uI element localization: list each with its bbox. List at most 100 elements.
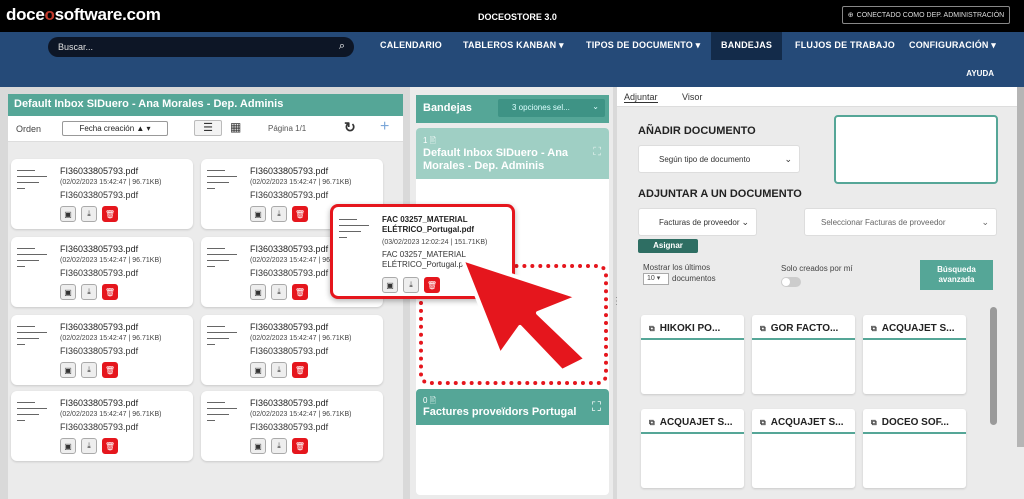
delete-icon[interactable]: 🗑 <box>292 206 308 222</box>
grid-view-icon[interactable]: ▦ <box>230 120 241 134</box>
document-meta: (02/02/2023 15:42:47 | 96.71KB) <box>60 257 162 264</box>
tray-name: Factures proveïdors Portugal <box>423 406 577 418</box>
delete-icon[interactable]: 🗑 <box>292 438 308 454</box>
nav-tableros-kanban[interactable]: TABLEROS KANBAN ▾ <box>463 40 564 51</box>
search-input[interactable] <box>58 40 318 54</box>
nav-tipos-documento[interactable]: TIPOS DE DOCUMENTO ▾ <box>586 40 700 51</box>
document-meta: (03/02/2023 12:02:24 | 151.71KB) <box>382 239 488 246</box>
tab-visor[interactable]: Visor <box>682 92 702 102</box>
download-icon[interactable]: ⤓ <box>81 284 97 300</box>
document-result-card[interactable]: ⧉ HIKOKI PO... <box>641 315 744 394</box>
connected-user-badge[interactable]: ⊕ CONECTADO COMO DEP. ADMINISTRACIÓN <box>842 6 1010 24</box>
add-icon[interactable]: + <box>380 118 389 136</box>
refresh-icon[interactable]: ↻ <box>344 119 356 136</box>
preview-icon[interactable]: ▣ <box>60 284 76 300</box>
nav-bandejas[interactable]: BANDEJAS <box>711 32 783 60</box>
attach-to-document-title: ADJUNTAR A UN DOCUMENTO <box>638 188 802 200</box>
expand-icon[interactable]: ⛶ <box>592 399 601 415</box>
preview-icon[interactable]: ▣ <box>250 438 266 454</box>
advanced-search-button[interactable]: Búsqueda avanzada <box>920 260 993 290</box>
preview-icon[interactable]: ▣ <box>250 362 266 378</box>
document-result-card[interactable]: ⧉ ACQUAJET S... <box>863 315 966 394</box>
external-link-icon[interactable]: ⧉ <box>649 418 655 427</box>
document-type-select[interactable]: Según tipo de documento ⌄ <box>638 145 800 173</box>
nav-flujos-trabajo[interactable]: FLUJOS DE TRABAJO <box>795 40 895 50</box>
document-card[interactable]: FI36033805793.pdf (02/02/2023 15:42:47 |… <box>201 391 383 461</box>
preview-icon[interactable]: ▣ <box>60 206 76 222</box>
assign-button[interactable]: Asignar <box>638 239 698 253</box>
download-icon[interactable]: ⤓ <box>271 438 287 454</box>
download-icon[interactable]: ⤓ <box>81 438 97 454</box>
document-result-card[interactable]: ⧉ ACQUAJET S... <box>752 409 855 488</box>
external-link-icon[interactable]: ⧉ <box>760 324 766 333</box>
trays-selector[interactable]: 3 opciones sel... ⌄ <box>498 99 605 117</box>
document-meta: (02/02/2023 15:42:47 | 96.71KB) <box>250 411 352 418</box>
results-scrollbar[interactable] <box>990 307 997 425</box>
document-result-card[interactable]: ⧉ DOCEO SOF... <box>863 409 966 488</box>
list-view-icon[interactable]: ☰ <box>194 120 222 136</box>
delete-icon[interactable]: 🗑 <box>102 362 118 378</box>
preview-icon[interactable]: ▣ <box>382 277 398 293</box>
attach-panel: Adjuntar Visor AÑADIR DOCUMENTO Según ti… <box>617 87 1024 499</box>
delete-icon[interactable]: 🗑 <box>292 362 308 378</box>
download-icon[interactable]: ⤓ <box>271 362 287 378</box>
nav-configuracion[interactable]: CONFIGURACIÓN ▾ <box>909 40 996 51</box>
chevron-down-icon: ⌄ <box>784 154 792 164</box>
document-card[interactable]: FI36033805793.pdf (02/02/2023 15:42:47 |… <box>11 237 193 307</box>
download-icon[interactable]: ⤓ <box>81 206 97 222</box>
user-icon: ⊕ <box>847 12 854 19</box>
download-icon[interactable]: ⤓ <box>81 362 97 378</box>
delete-icon[interactable]: 🗑 <box>102 284 118 300</box>
document-card[interactable]: FI36033805793.pdf (02/02/2023 15:42:47 |… <box>11 315 193 385</box>
document-thumbnail <box>17 402 53 446</box>
search-icon[interactable]: ⌕ <box>339 40 345 53</box>
nav-calendario[interactable]: CALENDARIO <box>380 40 442 50</box>
document-name: FAC 03257_MATERIAL ELÉTRICO_Portugal.pdf <box>382 215 474 234</box>
document-card[interactable]: FI36033805793.pdf (02/02/2023 15:42:47 |… <box>11 391 193 461</box>
external-link-icon[interactable]: ⧉ <box>760 418 766 427</box>
document-result-card[interactable]: ⧉ ACQUAJET S... <box>641 409 744 488</box>
document-result-card[interactable]: ⧉ GOR FACTO... <box>752 315 855 394</box>
tab-adjuntar[interactable]: Adjuntar <box>624 92 658 103</box>
document-thumbnail <box>17 248 53 292</box>
preview-icon[interactable]: ▣ <box>60 438 76 454</box>
delete-icon[interactable]: 🗑 <box>102 206 118 222</box>
document-meta: (02/02/2023 15:42:47 | 96.71KB) <box>60 335 162 342</box>
tray-factures-portugal[interactable]: 0 🖹 Factures proveïdors Portugal ⛶ <box>416 389 609 495</box>
delete-icon[interactable]: 🗑 <box>102 438 118 454</box>
preview-icon[interactable]: ▣ <box>250 206 266 222</box>
preview-icon[interactable]: ▣ <box>250 284 266 300</box>
document-name-secondary: FI36033805793.pdf <box>250 346 329 356</box>
external-link-icon[interactable]: ⧉ <box>649 324 655 333</box>
download-icon[interactable]: ⤓ <box>271 206 287 222</box>
document-name-secondary: FI36033805793.pdf <box>60 268 139 278</box>
attach-document-select[interactable]: Seleccionar Facturas de proveedor ⌄ <box>804 208 997 236</box>
document-card[interactable]: FI36033805793.pdf (02/02/2023 15:42:47 |… <box>11 159 193 229</box>
upload-drop-area[interactable] <box>834 115 998 184</box>
expand-icon[interactable]: ⛶ <box>593 146 601 159</box>
search-box: ⌕ <box>48 37 354 57</box>
document-card[interactable]: FI36033805793.pdf (02/02/2023 15:42:47 |… <box>201 315 383 385</box>
document-thumbnail <box>207 170 243 214</box>
app-logo[interactable]: doceosoftware.com <box>6 5 161 25</box>
document-name-secondary: FI36033805793.pdf <box>60 422 139 432</box>
external-link-icon[interactable]: ⧉ <box>871 418 877 427</box>
nav-ayuda[interactable]: AYUDA <box>966 69 994 78</box>
only-mine-toggle[interactable] <box>781 277 801 287</box>
sort-select[interactable]: Fecha creación ▲ ▾ <box>62 121 168 136</box>
download-icon[interactable]: ⤓ <box>403 277 419 293</box>
delete-icon[interactable]: 🗑 <box>292 284 308 300</box>
download-icon[interactable]: ⤓ <box>271 284 287 300</box>
document-name: FI36033805793.pdf <box>60 322 139 332</box>
preview-icon[interactable]: ▣ <box>60 362 76 378</box>
attach-type-select[interactable]: Facturas de proveedor ⌄ <box>638 208 757 236</box>
page-scrollbar[interactable] <box>1017 87 1024 447</box>
show-last-select[interactable]: 10 ▾ <box>643 273 669 285</box>
document-name-secondary: FI36033805793.pdf <box>60 190 139 200</box>
delete-icon[interactable]: 🗑 <box>424 277 440 293</box>
document-name-secondary: FI36033805793.pdf <box>250 190 329 200</box>
main-navbar: ⌕ CALENDARIO TABLEROS KANBAN ▾ TIPOS DE … <box>0 32 1024 87</box>
document-meta: (02/02/2023 15:42:47 | 96.71KB) <box>250 179 352 186</box>
document-name: FI36033805793.pdf <box>250 244 329 254</box>
external-link-icon[interactable]: ⧉ <box>871 324 877 333</box>
